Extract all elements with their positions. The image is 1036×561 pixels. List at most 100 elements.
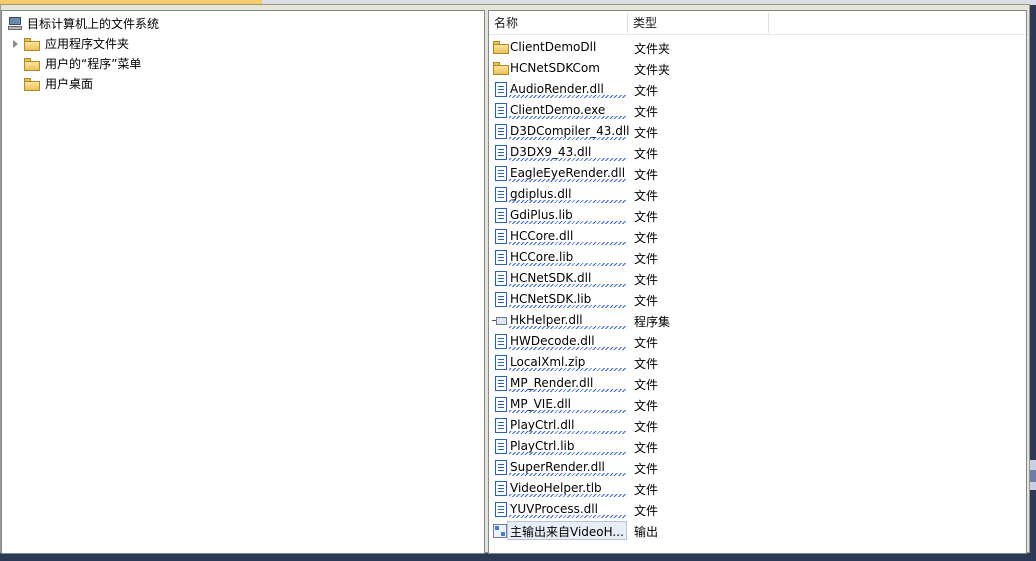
- list-item[interactable]: MP_VIE.dll 文件: [489, 394, 1026, 415]
- file-type: 文件: [634, 294, 659, 308]
- list-item[interactable]: VideoHelper.tlb 文件: [489, 478, 1026, 499]
- list-item[interactable]: HCNetSDKCom 文件夹: [489, 58, 1026, 79]
- file-icon: [495, 82, 507, 97]
- tree-item-application-folder[interactable]: 应用程序文件夹: [6, 35, 206, 53]
- list-item[interactable]: D3DX9_43.dll 文件: [489, 142, 1026, 163]
- file-type: 文件: [634, 231, 659, 245]
- warning-underline: [509, 242, 627, 245]
- warning-underline: [509, 137, 627, 140]
- tree-item-user-programs-menu[interactable]: 用户的“程序”菜单: [6, 55, 206, 73]
- warning-underline: [509, 116, 627, 119]
- file-icon: [495, 250, 507, 265]
- file-name: VideoHelper.tlb: [510, 481, 602, 495]
- file-type: 程序集: [634, 315, 671, 329]
- file-type: 文件: [634, 105, 659, 119]
- list-item[interactable]: HkHelper.dll 程序集: [489, 310, 1026, 331]
- list-item[interactable]: HCNetSDK.lib 文件: [489, 289, 1026, 310]
- file-icon: [495, 166, 507, 181]
- file-icon: [495, 439, 507, 454]
- file-icon: [495, 460, 507, 475]
- tree-item-label: 用户桌面: [45, 77, 94, 91]
- file-type: 文件: [634, 357, 659, 371]
- file-type: 文件: [634, 441, 659, 455]
- project-output-icon: [493, 524, 507, 538]
- list-item[interactable]: HCCore.lib 文件: [489, 247, 1026, 268]
- file-icon: [495, 355, 507, 370]
- file-system-tree: 目标计算机上的文件系统 应用程序文件夹 用户的“程序”菜单 用户桌面: [1, 10, 485, 554]
- tree-item-user-desktop[interactable]: 用户桌面: [6, 75, 206, 93]
- folder-icon: [493, 62, 509, 75]
- file-name: HCCore.lib: [510, 250, 574, 264]
- file-type: 文件: [634, 483, 659, 497]
- warning-underline: [509, 515, 627, 518]
- column-header-type[interactable]: 类型: [628, 11, 768, 35]
- file-name: ClientDemo.exe: [510, 103, 606, 117]
- warning-underline: [509, 158, 627, 161]
- file-name: PlayCtrl.lib: [510, 439, 575, 453]
- column-separator[interactable]: [768, 13, 769, 33]
- file-name: D3DCompiler_43.dll: [510, 124, 630, 138]
- file-icon: [495, 271, 507, 286]
- file-name: ClientDemoDll: [510, 40, 597, 54]
- list-item[interactable]: GdiPlus.lib 文件: [489, 205, 1026, 226]
- list-item[interactable]: SuperRender.dll 文件: [489, 457, 1026, 478]
- file-type: 文件: [634, 462, 659, 476]
- list-item[interactable]: HWDecode.dll 文件: [489, 331, 1026, 352]
- list-item[interactable]: HCNetSDK.dll 文件: [489, 268, 1026, 289]
- list-item[interactable]: LocalXml.zip 文件: [489, 352, 1026, 373]
- file-name: AudioRender.dll: [510, 82, 604, 96]
- file-name: HCCore.dll: [510, 229, 574, 243]
- list-item[interactable]: PlayCtrl.dll 文件: [489, 415, 1026, 436]
- file-name: D3DX9_43.dll: [510, 145, 592, 159]
- adjacent-window-edge-mark: [1030, 470, 1036, 482]
- column-header-name[interactable]: 名称: [489, 11, 627, 35]
- warning-underline: [509, 305, 627, 308]
- file-icon: [495, 334, 507, 349]
- warning-underline: [509, 389, 627, 392]
- folder-icon: [24, 58, 40, 71]
- warning-underline: [509, 284, 627, 287]
- list-item[interactable]: ClientDemo.exe 文件: [489, 100, 1026, 121]
- warning-underline: [509, 200, 627, 203]
- file-type: 文件: [634, 252, 659, 266]
- file-icon: [495, 229, 507, 244]
- list-item[interactable]: gdiplus.dll 文件: [489, 184, 1026, 205]
- list-item[interactable]: HCCore.dll 文件: [489, 226, 1026, 247]
- file-icon: [495, 103, 507, 118]
- file-icon: [495, 124, 507, 139]
- list-item[interactable]: YUVProcess.dll 文件: [489, 499, 1026, 520]
- list-item[interactable]: MP_Render.dll 文件: [489, 373, 1026, 394]
- warning-underline: [509, 431, 627, 434]
- tree-item-label: 应用程序文件夹: [45, 37, 130, 51]
- warning-underline: [509, 326, 627, 329]
- warning-underline: [509, 452, 627, 455]
- warning-underline: [509, 473, 627, 476]
- tree-root-label: 目标计算机上的文件系统: [27, 17, 160, 31]
- file-type: 文件: [634, 336, 659, 350]
- list-item[interactable]: AudioRender.dll 文件: [489, 79, 1026, 100]
- warning-underline: [509, 410, 627, 413]
- folder-icon: [493, 41, 509, 54]
- file-name: PlayCtrl.dll: [510, 418, 575, 432]
- warning-underline: [509, 494, 627, 497]
- warning-underline: [509, 95, 627, 98]
- assembly-icon: [492, 317, 507, 325]
- list-header: 名称 类型: [489, 11, 1026, 35]
- list-item[interactable]: EagleEyeRender.dll 文件: [489, 163, 1026, 184]
- computer-icon: [8, 17, 22, 30]
- expand-arrow-icon[interactable]: [13, 40, 18, 48]
- file-name: 主输出来自VideoH...: [510, 525, 624, 539]
- file-type: 输出: [634, 525, 659, 539]
- file-name: HCNetSDK.dll: [510, 271, 592, 285]
- list-item[interactable]: ClientDemoDll 文件夹: [489, 37, 1026, 58]
- list-item[interactable]: 主输出来自VideoH... 输出: [489, 520, 1026, 541]
- file-name: EagleEyeRender.dll: [510, 166, 626, 180]
- warning-underline: [509, 263, 627, 266]
- file-name: LocalXml.zip: [510, 355, 586, 369]
- folder-icon: [24, 78, 40, 91]
- file-icon: [495, 376, 507, 391]
- file-name: HCNetSDK.lib: [510, 292, 592, 306]
- list-item[interactable]: PlayCtrl.lib 文件: [489, 436, 1026, 457]
- file-list-view: 名称 类型 ClientDemoDll 文件夹 HCNetSDKCom 文件夹 Audi…: [488, 10, 1027, 554]
- list-item[interactable]: D3DCompiler_43.dll 文件: [489, 121, 1026, 142]
